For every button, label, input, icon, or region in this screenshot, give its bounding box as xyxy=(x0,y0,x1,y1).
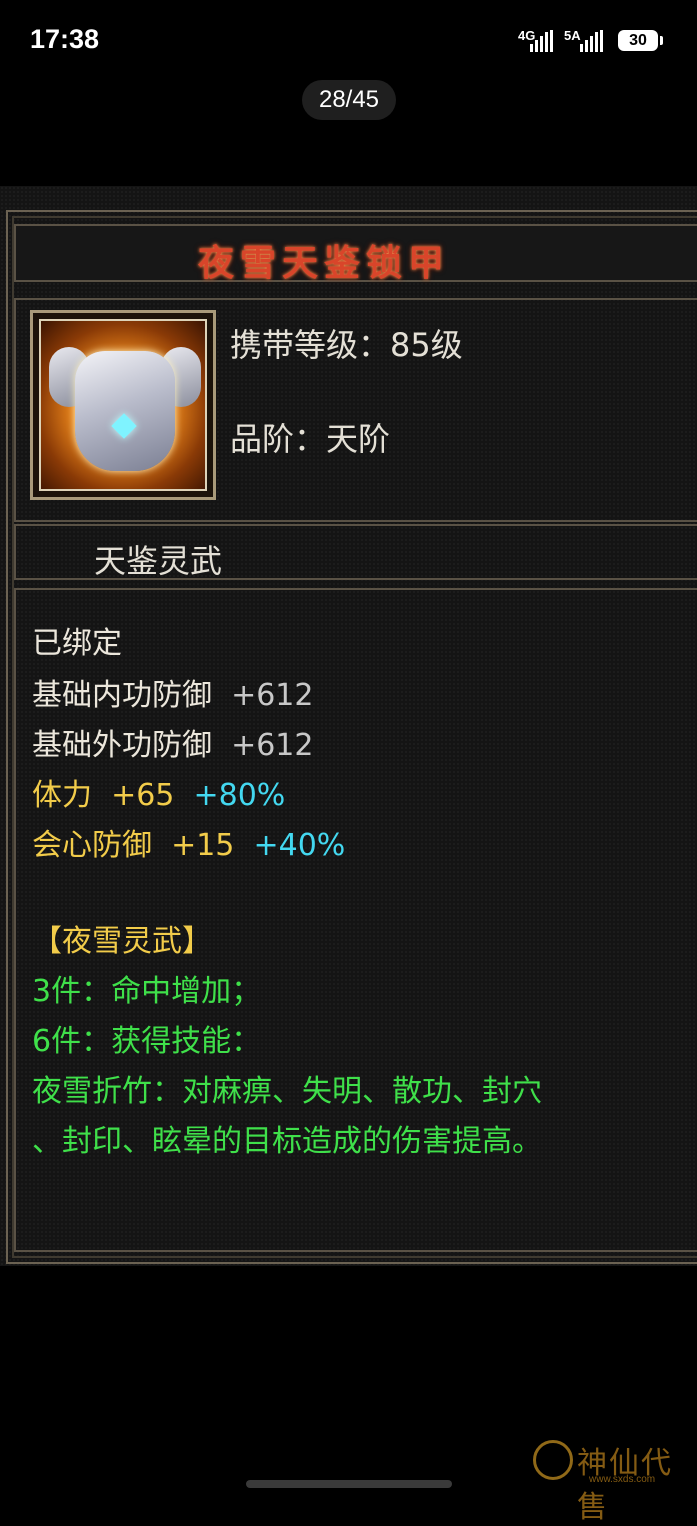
battery-tip xyxy=(660,36,663,45)
attribute-value: +65 xyxy=(111,778,175,813)
info-section: 携带等级：85级 品阶：天阶 xyxy=(14,298,697,522)
status-bar: 17:38 4G 5A 30 xyxy=(0,0,697,80)
bound-status: 已绑定 xyxy=(32,626,122,661)
title-section: 夜雪天鉴锁甲 xyxy=(14,224,697,284)
set-line: 3件：命中增加； xyxy=(32,974,262,1009)
home-indicator[interactable] xyxy=(246,1480,452,1488)
armor-icon xyxy=(39,319,207,491)
item-tooltip-panel: 夜雪天鉴锁甲 携带等级：85级 品阶：天阶 天鉴灵武 已绑定 基础内功防御 +6… xyxy=(0,186,697,1266)
attribute-name: 基础外功防御 xyxy=(32,728,212,763)
attribute-value: +612 xyxy=(231,728,314,763)
watermark: 神仙代售 www.sxds.com xyxy=(533,1440,693,1525)
attribute-section: 已绑定 基础内功防御 +612 基础外功防御 +612 体力 +65 +80% … xyxy=(14,588,697,1252)
set-title: 【夜雪灵武】 xyxy=(32,924,212,959)
armor-body xyxy=(75,351,175,471)
item-icon-frame xyxy=(30,310,216,500)
attribute-value: +15 xyxy=(171,828,235,863)
carry-level: 携带等级：85级 xyxy=(230,326,463,364)
item-name: 夜雪天鉴锁甲 xyxy=(198,242,451,284)
attribute-bonus: +40% xyxy=(253,828,346,863)
item-grade: 品阶：天阶 xyxy=(230,420,391,458)
watermark-url: www.sxds.com xyxy=(589,1474,656,1485)
attribute-name: 会心防御 xyxy=(32,828,152,863)
set-line: 、封印、眩晕的目标造成的伤害提高。 xyxy=(32,1124,542,1159)
attribute-row: 基础内功防御 +612 xyxy=(32,670,313,714)
item-series: 天鉴灵武 xyxy=(94,542,223,580)
signal-icon-2 xyxy=(580,30,606,52)
attribute-row: 体力 +65 +80% xyxy=(32,770,285,814)
signal-icon xyxy=(530,30,556,52)
attribute-bonus: +80% xyxy=(193,778,286,813)
network-5a-label: 5A xyxy=(564,28,581,43)
image-counter: 28/45 xyxy=(302,80,396,120)
attribute-value: +612 xyxy=(231,678,314,713)
set-line: 6件：获得技能： xyxy=(32,1024,262,1059)
series-section: 天鉴灵武 xyxy=(14,524,697,580)
set-line: 夜雪折竹：对麻痹、失明、散功、封穴 xyxy=(32,1074,542,1109)
battery-icon: 30 xyxy=(618,30,658,51)
attribute-row: 基础外功防御 +612 xyxy=(32,720,313,764)
clock: 17:38 xyxy=(30,24,100,54)
attribute-name: 基础内功防御 xyxy=(32,678,212,713)
attribute-name: 体力 xyxy=(32,778,92,813)
attribute-row: 会心防御 +15 +40% xyxy=(32,820,345,864)
watermark-logo-icon xyxy=(533,1440,573,1480)
